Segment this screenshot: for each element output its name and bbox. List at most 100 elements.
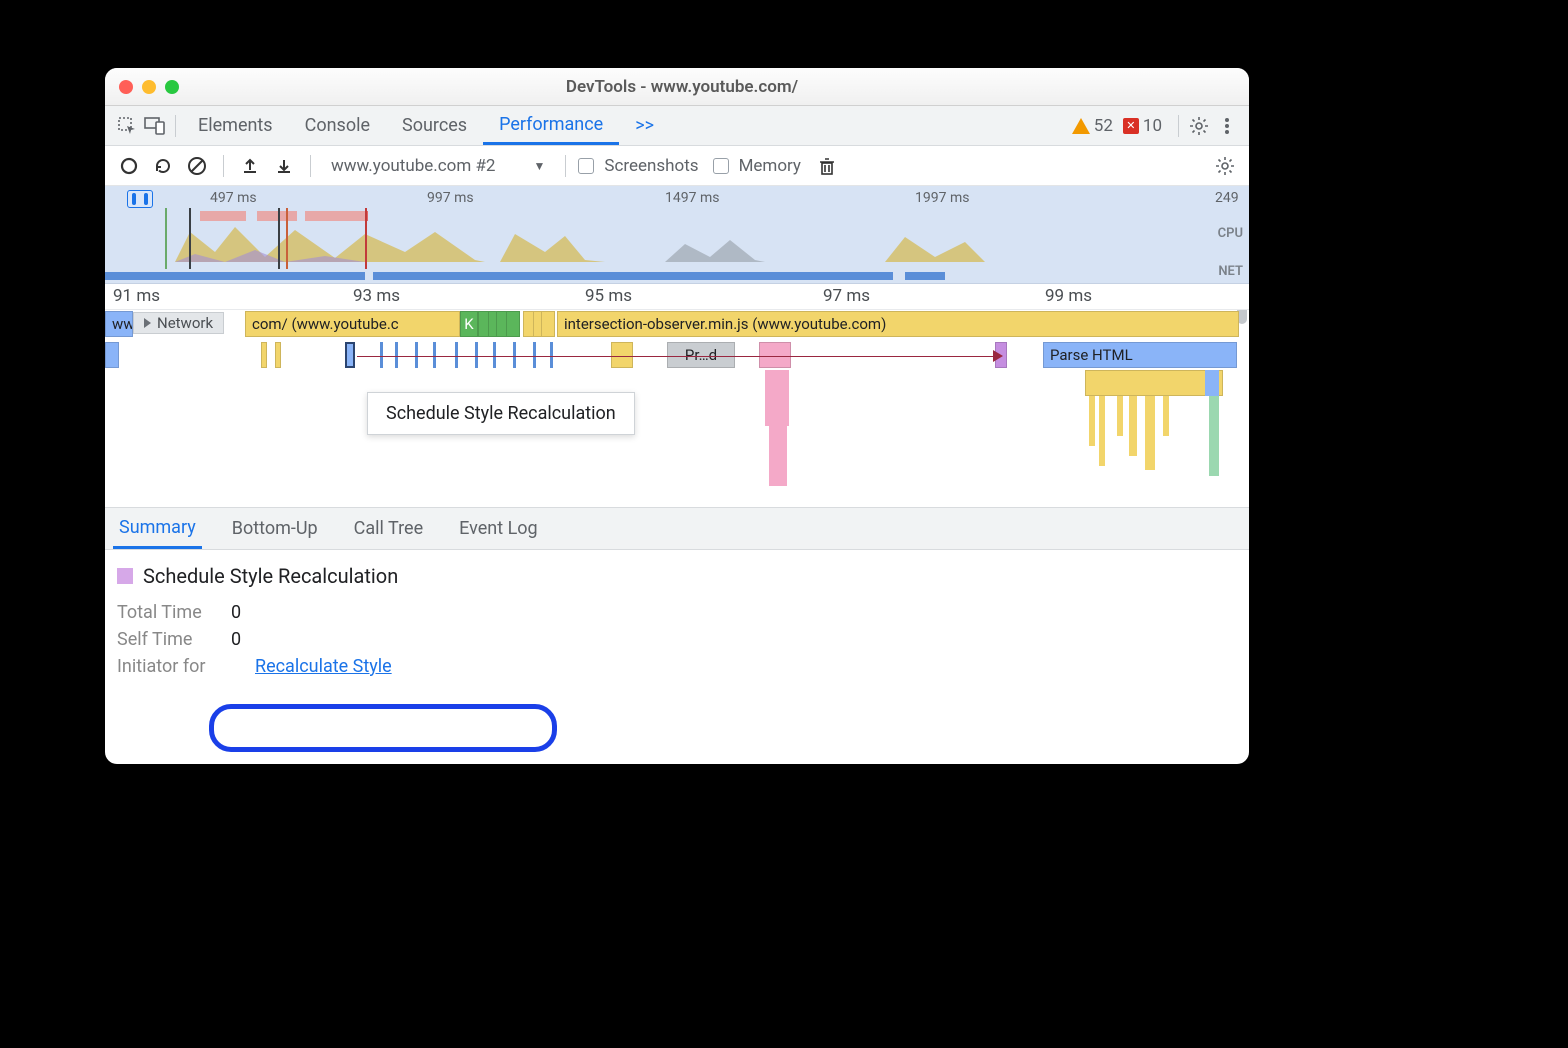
marker-line [365, 208, 367, 269]
flame-tick [475, 342, 478, 368]
flame-block[interactable]: Pr…d [667, 342, 735, 368]
overview-selection[interactable] [127, 190, 153, 208]
flame-block[interactable]: com/ (www.youtube.c [245, 311, 460, 337]
settings-icon[interactable] [1185, 112, 1213, 140]
reload-record-button[interactable] [149, 152, 177, 180]
frame-strip [257, 211, 297, 221]
flame-block[interactable]: intersection-observer.min.js (www.youtub… [557, 311, 1239, 337]
flame-block[interactable] [261, 342, 267, 368]
net-label: NET [1218, 264, 1243, 279]
overview-tick: 997 ms [427, 190, 474, 206]
chevron-down-icon: ▼ [533, 159, 545, 173]
flame-block[interactable] [105, 342, 119, 368]
marker-line [278, 208, 280, 269]
flame-block[interactable]: ww [105, 311, 133, 337]
summary-key: Initiator for [117, 656, 237, 677]
flame-block[interactable] [1129, 396, 1137, 456]
divider [565, 155, 566, 177]
flame-block[interactable] [765, 370, 789, 426]
screenshots-checkbox[interactable]: Screenshots [578, 156, 698, 176]
recording-selector[interactable]: www.youtube.com #2 ▼ [323, 156, 553, 176]
flame-block[interactable]: Parse HTML [1043, 342, 1237, 368]
flame-tick [433, 342, 436, 368]
tab-bottom-up[interactable]: Bottom-Up [226, 508, 324, 549]
flame-block[interactable] [1117, 396, 1123, 436]
close-window-button[interactable] [119, 80, 133, 94]
flame-tick [455, 342, 458, 368]
device-toolbar-icon[interactable] [141, 112, 169, 140]
arrow-head-icon [993, 350, 1003, 362]
summary-value: 0 [231, 602, 241, 623]
summary-title-row: Schedule Style Recalculation [117, 564, 1237, 588]
errors-badge[interactable]: ✕ 10 [1123, 116, 1162, 136]
expand-icon [144, 318, 151, 328]
detail-tabs: Summary Bottom-Up Call Tree Event Log [105, 508, 1249, 550]
network-group-header[interactable]: Network [133, 312, 224, 334]
record-button[interactable] [115, 152, 143, 180]
tab-call-tree[interactable]: Call Tree [348, 508, 429, 549]
summary-row: Self Time 0 [117, 629, 1237, 650]
flame-block[interactable] [506, 311, 520, 337]
summary-title: Schedule Style Recalculation [143, 564, 398, 588]
flame-tick [493, 342, 496, 368]
tab-event-log[interactable]: Event Log [453, 508, 544, 549]
frame-strip [305, 211, 367, 221]
selection-handle-right[interactable] [144, 193, 148, 205]
flame-block[interactable] [275, 342, 281, 368]
memory-checkbox[interactable]: Memory [713, 156, 801, 176]
warning-icon [1072, 118, 1090, 134]
more-menu-icon[interactable] [1213, 112, 1241, 140]
divider [175, 115, 176, 137]
tabs-overflow-button[interactable]: >> [619, 106, 670, 145]
inspect-element-icon[interactable] [113, 112, 141, 140]
flame-tick [380, 342, 383, 368]
devtools-window: DevTools - www.youtube.com/ Elements Con… [105, 68, 1249, 764]
flame-block[interactable] [1099, 396, 1105, 466]
flame-block-selected[interactable] [345, 342, 355, 368]
flame-block[interactable] [1205, 370, 1219, 396]
tab-summary[interactable]: Summary [113, 508, 202, 549]
marker-line [189, 208, 191, 269]
overview-tick: 1997 ms [915, 190, 969, 206]
initiator-arrow [357, 356, 993, 357]
flame-block[interactable] [611, 342, 633, 368]
flame-block[interactable] [541, 311, 555, 337]
flame-tick [415, 342, 418, 368]
minimize-window-button[interactable] [142, 80, 156, 94]
window-title: DevTools - www.youtube.com/ [179, 77, 1185, 97]
net-bar [373, 272, 893, 280]
summary-panel: Schedule Style Recalculation Total Time … [105, 550, 1249, 697]
upload-profile-icon[interactable] [236, 152, 264, 180]
divider [310, 155, 311, 177]
tab-elements[interactable]: Elements [182, 106, 289, 145]
overview-tick: 1497 ms [665, 190, 719, 206]
download-profile-icon[interactable] [270, 152, 298, 180]
flame-tick [550, 342, 553, 368]
capture-settings-icon[interactable] [1211, 152, 1239, 180]
flame-block[interactable] [1209, 396, 1219, 476]
flame-block[interactable] [769, 426, 787, 486]
timeline-overview[interactable]: 497 ms 997 ms 1497 ms 1997 ms 249 CPU NE… [105, 186, 1249, 284]
tab-performance[interactable]: Performance [483, 106, 619, 145]
net-bar [905, 272, 945, 280]
flame-block[interactable] [1163, 396, 1169, 436]
net-bar [105, 272, 365, 280]
window-titlebar: DevTools - www.youtube.com/ [105, 68, 1249, 106]
flame-block[interactable]: K [460, 311, 478, 337]
initiator-link[interactable]: Recalculate Style [255, 656, 392, 677]
summary-key: Total Time [117, 602, 213, 623]
flame-block[interactable] [759, 342, 791, 368]
tab-sources[interactable]: Sources [386, 106, 483, 145]
clear-button[interactable] [183, 152, 211, 180]
selection-handle-left[interactable] [132, 193, 136, 205]
flame-chart[interactable]: 91 ms 93 ms 95 ms 97 ms 99 ms ww com/ (w… [105, 284, 1249, 508]
flame-block[interactable] [1089, 396, 1095, 446]
tab-console[interactable]: Console [289, 106, 386, 145]
flame-block[interactable] [1145, 396, 1155, 470]
flame-tick [533, 342, 536, 368]
warnings-badge[interactable]: 52 [1072, 116, 1113, 136]
flame-row: Pr…d Parse HTML [105, 341, 1249, 369]
maximize-window-button[interactable] [165, 80, 179, 94]
flame-block[interactable] [1085, 370, 1223, 396]
collect-garbage-icon[interactable] [813, 152, 841, 180]
